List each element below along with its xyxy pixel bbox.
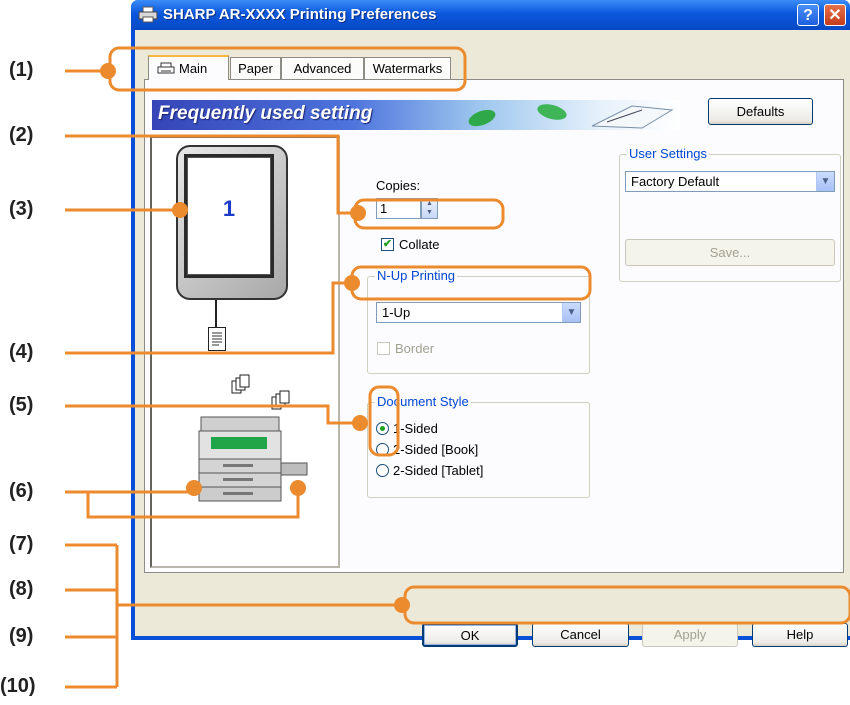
callout-5: (5) [9,394,34,416]
callout-6: (6) [9,480,34,502]
callout-4: (4) [9,341,34,363]
callout-3: (3) [9,198,34,220]
callout-lines [65,46,850,689]
printer-icon [157,62,175,74]
callout-1: (1) [9,59,34,81]
tab-main-label: Main [179,61,208,76]
callout-8: (8) [9,578,34,600]
callout-10: (10) [0,675,36,697]
callout-9: (9) [9,625,34,647]
tab-main[interactable]: Main [148,55,229,80]
callout-2: (2) [9,124,34,146]
callout-7: (7) [9,533,34,555]
